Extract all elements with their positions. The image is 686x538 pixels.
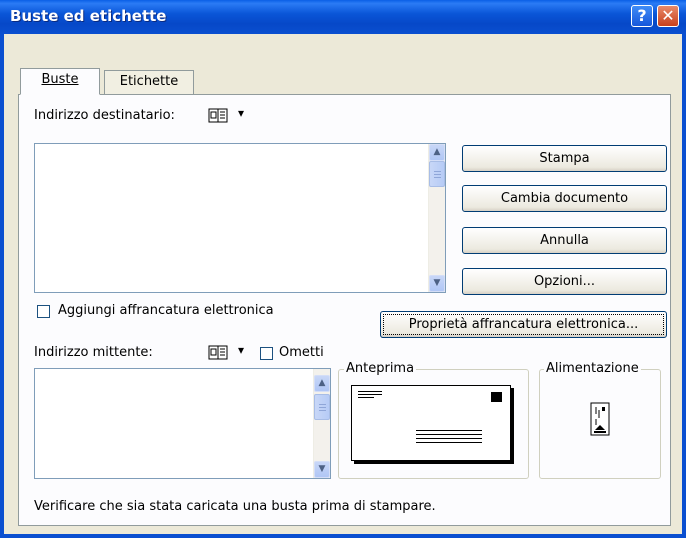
feed-preview[interactable] <box>590 402 610 436</box>
omit-checkbox-label: Ometti <box>279 345 324 360</box>
tab-envelopes[interactable]: Buste <box>20 68 100 95</box>
tab-labels[interactable]: Etichette <box>104 70 194 94</box>
epostage-checkbox-label: Aggiungi affrancatura elettronica <box>58 303 274 318</box>
recipient-label: Indirizzo destinatario: <box>34 108 175 123</box>
address-book-icon <box>208 108 228 123</box>
window-frame-bottom <box>0 534 686 538</box>
window-frame-right <box>682 34 686 538</box>
recipient-address-book-button[interactable] <box>208 108 230 124</box>
tab-labels-label: Etichette <box>119 74 179 89</box>
recipient-address-field[interactable]: ▲ ▼ <box>34 143 446 293</box>
scroll-up-icon[interactable]: ▲ <box>429 144 445 161</box>
close-icon: ✕ <box>661 6 675 25</box>
feed-title: Alimentazione <box>544 361 641 376</box>
envelopes-labels-dialog: Buste ed etichette ? ✕ Buste Etichette I… <box>0 0 686 538</box>
cancel-button[interactable]: Annulla <box>462 227 667 254</box>
epostage-properties-button[interactable]: Proprietà affrancatura elettronica... <box>380 311 667 338</box>
status-text: Verificare che sia stata caricata una bu… <box>34 499 436 514</box>
envelope-preview[interactable] <box>351 385 511 461</box>
cancel-button-label: Annulla <box>540 233 589 248</box>
sender-scrollbar[interactable]: ▲ ▼ <box>313 369 330 478</box>
scroll-down-icon[interactable]: ▼ <box>429 275 445 292</box>
stamp-icon <box>491 392 502 402</box>
window-frame-left <box>0 34 4 538</box>
scroll-up-icon[interactable]: ▲ <box>314 375 330 392</box>
title-bar[interactable]: Buste ed etichette ? ✕ <box>0 0 686 34</box>
sender-address-book-button[interactable] <box>208 345 230 361</box>
help-icon: ? <box>637 6 647 25</box>
print-button-label: Stampa <box>539 151 590 166</box>
scroll-thumb[interactable] <box>314 394 330 420</box>
help-button[interactable]: ? <box>631 5 653 27</box>
change-document-label: Cambia documento <box>500 191 629 206</box>
window-title: Buste ed etichette <box>10 7 167 25</box>
recipient-dropdown-icon[interactable]: ▾ <box>238 106 244 120</box>
preview-title: Anteprima <box>344 361 417 376</box>
scroll-thumb[interactable] <box>429 161 445 187</box>
sender-label: Indirizzo mittente: <box>34 345 153 360</box>
sender-dropdown-icon[interactable]: ▾ <box>238 343 244 357</box>
options-button[interactable]: Opzioni... <box>462 268 667 295</box>
omit-checkbox[interactable] <box>260 347 273 360</box>
tab-envelopes-label: Buste <box>41 72 78 87</box>
options-button-label: Opzioni... <box>533 274 596 289</box>
envelope-feed-icon <box>590 402 610 436</box>
epostage-properties-label: Proprietà affrancatura elettronica... <box>408 317 639 332</box>
tab-envelopes-mnemonic: Buste <box>41 72 79 87</box>
address-book-icon <box>208 345 228 360</box>
close-button[interactable]: ✕ <box>657 5 679 27</box>
sender-address-field[interactable]: ▲ ▼ <box>34 368 331 479</box>
recipient-scrollbar[interactable]: ▲ ▼ <box>428 144 445 292</box>
epostage-checkbox[interactable] <box>37 305 50 318</box>
print-button[interactable]: Stampa <box>462 145 667 172</box>
scroll-down-icon[interactable]: ▼ <box>314 461 330 478</box>
change-document-button[interactable]: Cambia documento <box>462 185 667 212</box>
